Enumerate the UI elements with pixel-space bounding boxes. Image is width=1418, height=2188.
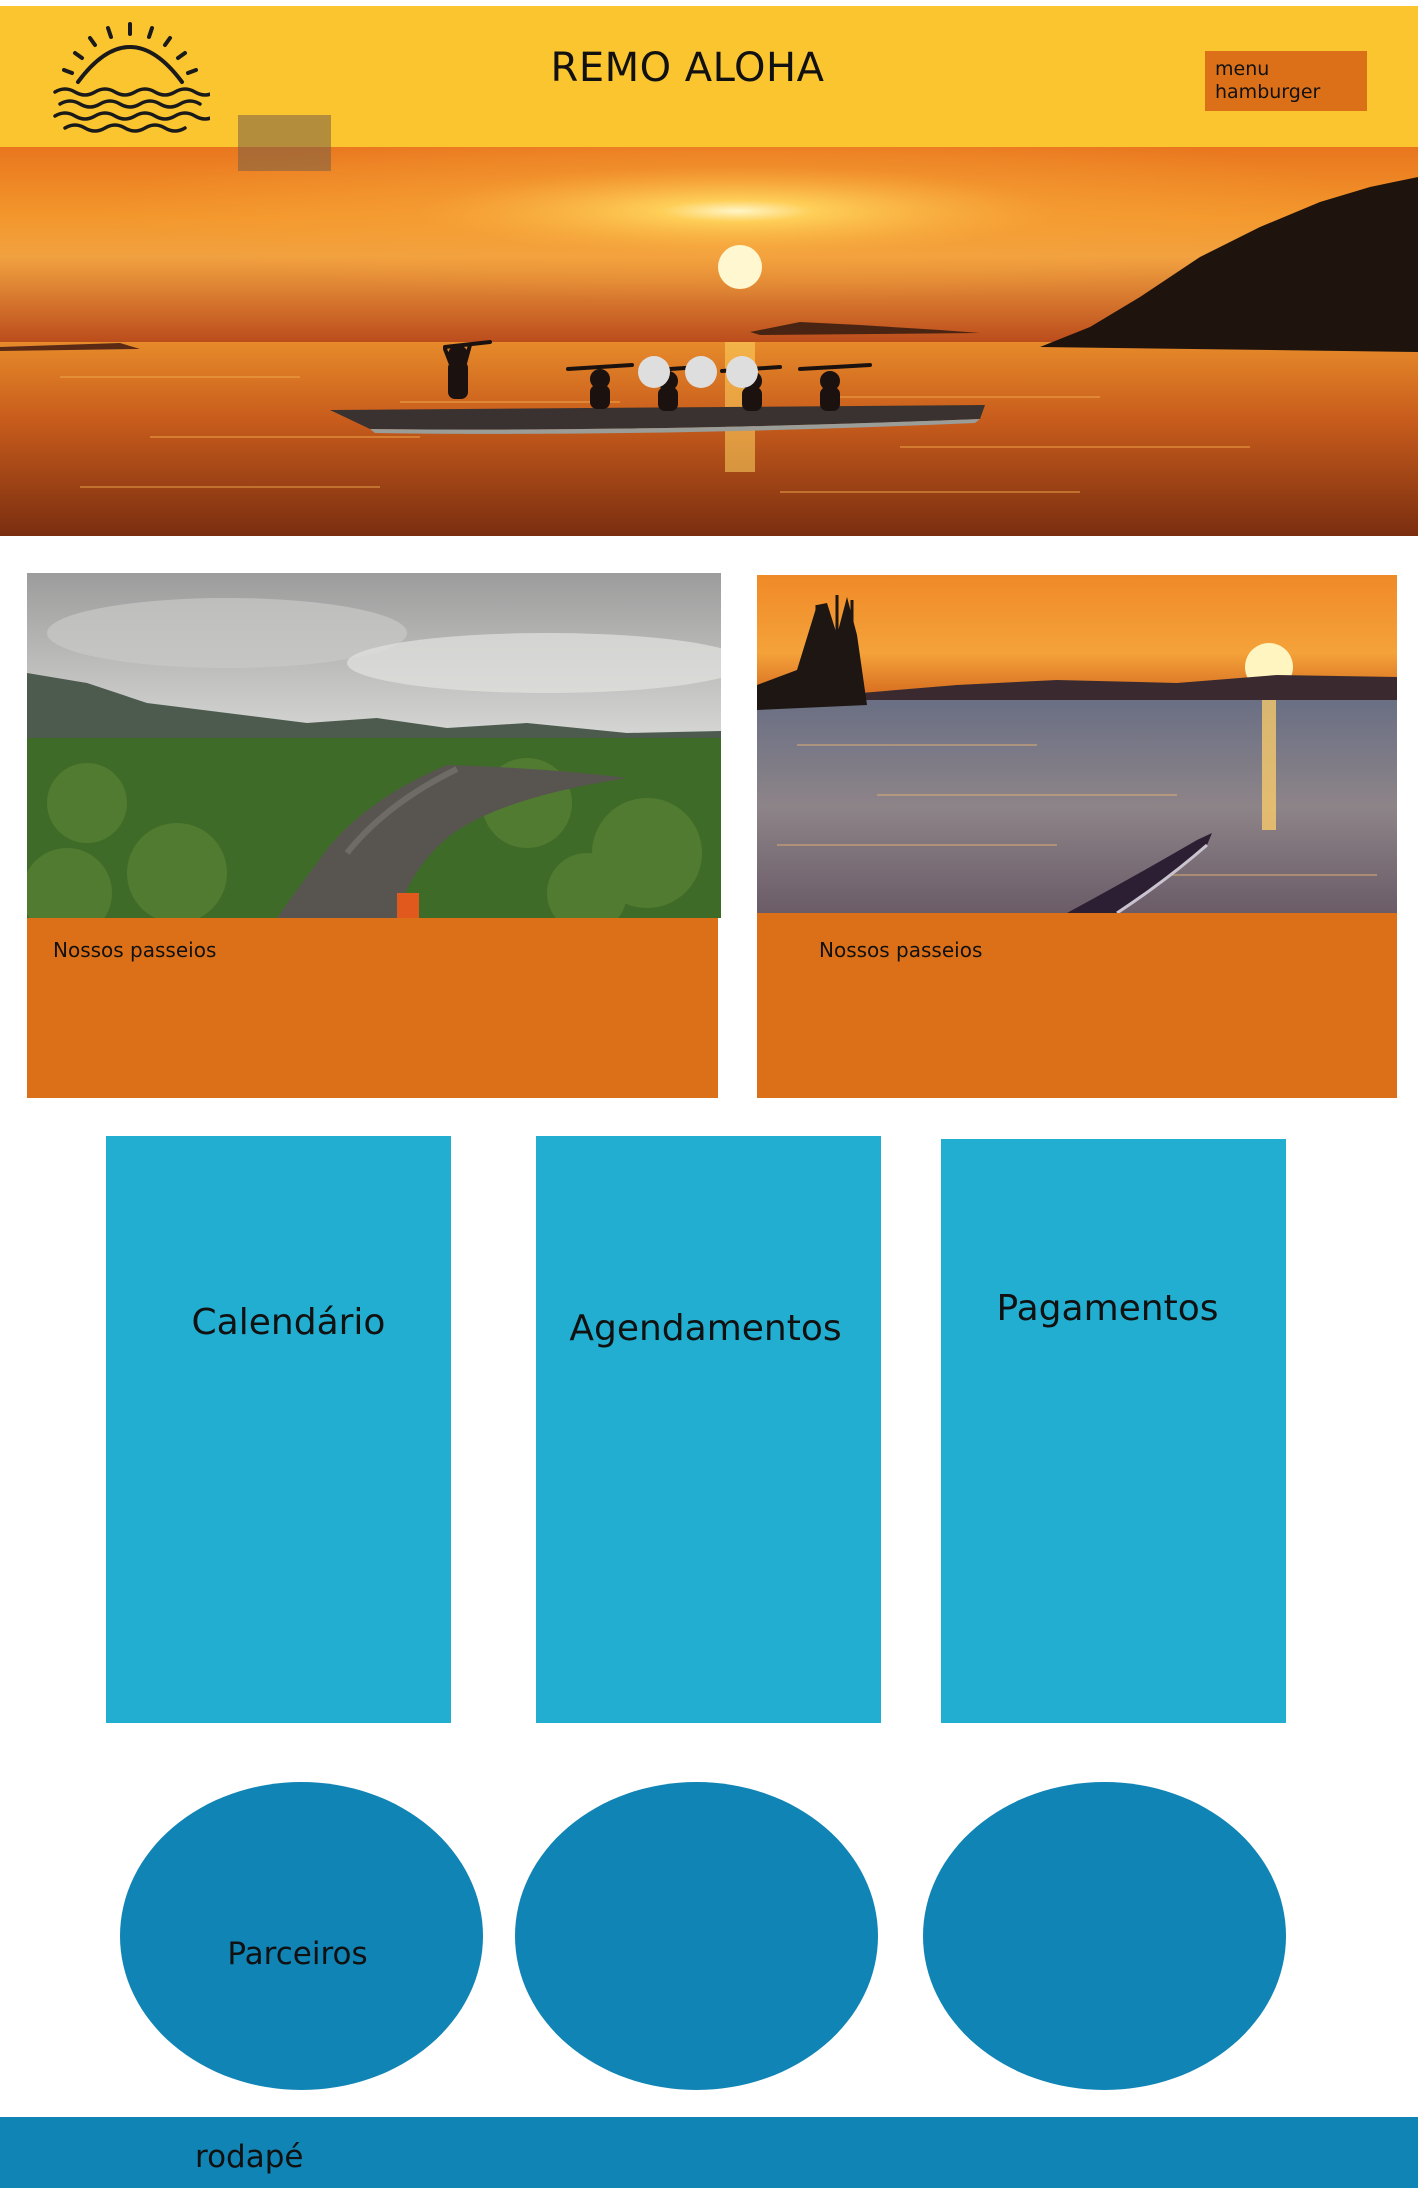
calendar-label: Calendário bbox=[191, 1302, 386, 1343]
scheduling-box[interactable] bbox=[536, 1136, 881, 1723]
hero-sunset-canoe-image bbox=[0, 147, 1418, 536]
hero-caption-placeholder bbox=[238, 115, 331, 171]
carousel-dot-1[interactable] bbox=[638, 356, 670, 388]
card-label[interactable]: Nossos passeios bbox=[53, 938, 216, 962]
payments-box[interactable] bbox=[941, 1139, 1286, 1723]
payments-label: Pagamentos bbox=[996, 1288, 1219, 1329]
footer-label: rodapé bbox=[195, 2139, 304, 2175]
carousel-dot-2[interactable] bbox=[685, 356, 717, 388]
site-title: REMO ALOHA bbox=[550, 45, 825, 91]
carousel-dot-3[interactable] bbox=[726, 356, 758, 388]
scheduling-label: Agendamentos bbox=[569, 1308, 842, 1349]
hero-carousel[interactable] bbox=[0, 147, 1418, 536]
circle-placeholder-2[interactable] bbox=[515, 1782, 878, 2090]
card-image-kayak-sunset[interactable] bbox=[757, 575, 1397, 913]
partners-label: Parceiros bbox=[227, 1936, 368, 1972]
card-image-mangrove-river[interactable] bbox=[27, 573, 721, 918]
card-label[interactable]: Nossos passeios bbox=[819, 938, 982, 962]
hamburger-menu-button[interactable]: menu hamburger bbox=[1205, 51, 1367, 111]
calendar-box[interactable] bbox=[106, 1136, 451, 1723]
circle-placeholder-3[interactable] bbox=[923, 1782, 1286, 2090]
